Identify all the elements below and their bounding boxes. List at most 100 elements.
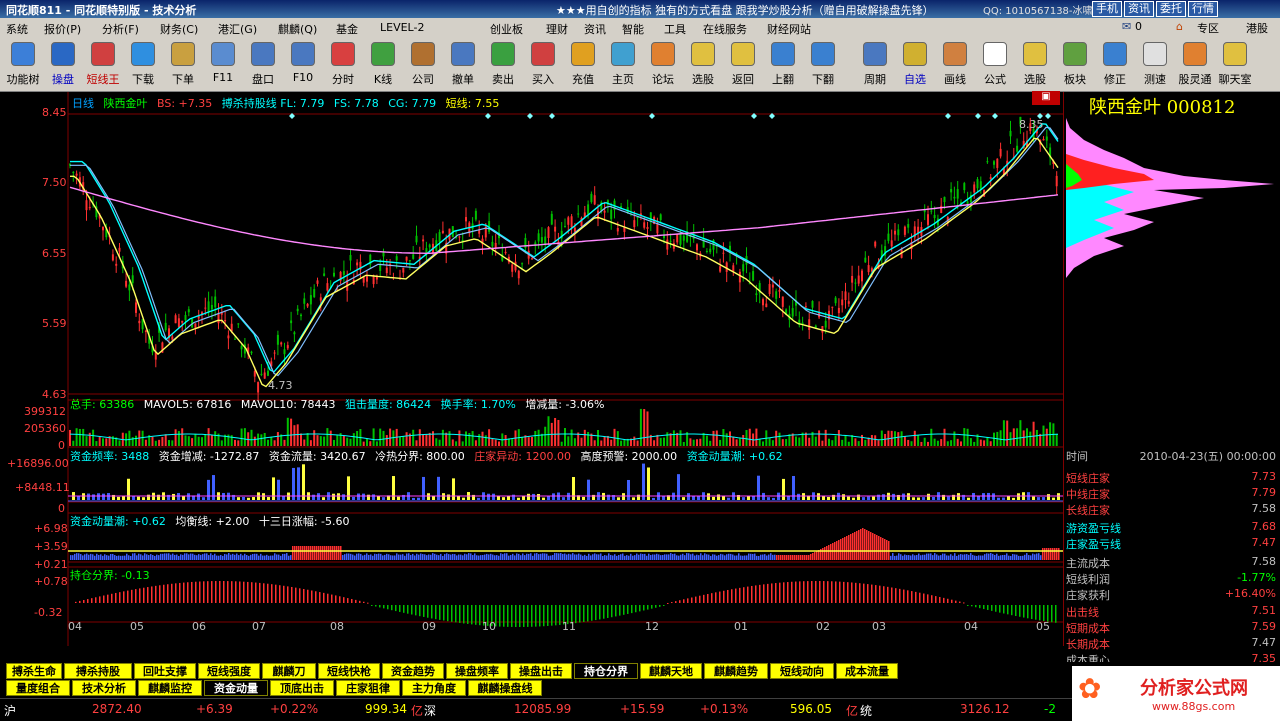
menu-item-13[interactable]: 在线服务 bbox=[703, 21, 747, 37]
tide-bar bbox=[426, 555, 428, 560]
toolbar-button-28[interactable]: 测速 bbox=[1135, 40, 1175, 90]
trade-button[interactable]: 委托 bbox=[1156, 1, 1186, 17]
tab2-6[interactable]: 主力角度 bbox=[402, 680, 466, 696]
tab-11[interactable]: 麒麟趋势 bbox=[704, 663, 768, 679]
tide-bar bbox=[972, 554, 974, 560]
toolbar-button-17[interactable]: 选股 bbox=[683, 40, 723, 90]
volume-bar bbox=[639, 408, 642, 446]
toolbar-button-7[interactable]: F10 bbox=[283, 40, 323, 90]
envelope-icon[interactable]: ✉ bbox=[1122, 20, 1131, 33]
volume-bar bbox=[135, 435, 137, 446]
toolbar-button-29[interactable]: 股灵通 bbox=[1175, 40, 1215, 90]
toolbar-button-21[interactable]: 周期 bbox=[855, 40, 895, 90]
toolbar-button-20[interactable]: 下翻 bbox=[803, 40, 843, 90]
toolbar-button-8[interactable]: 分时 bbox=[323, 40, 363, 90]
menu-item-3[interactable]: 财务(C) bbox=[160, 21, 198, 37]
menu-item-9[interactable]: 理财 bbox=[546, 21, 568, 37]
menu-item-12[interactable]: 工具 bbox=[664, 21, 686, 37]
toolbar-button-19[interactable]: 上翻 bbox=[763, 40, 803, 90]
menu-item-2[interactable]: 分析(F) bbox=[102, 21, 139, 37]
toolbar-button-2[interactable]: 短线王 bbox=[83, 40, 123, 90]
candle-body bbox=[874, 241, 877, 247]
candle-body bbox=[342, 271, 345, 275]
volume-bar bbox=[435, 438, 438, 446]
tab-5[interactable]: 短线快枪 bbox=[318, 663, 380, 679]
menu-item-14[interactable]: 财经网站 bbox=[767, 21, 811, 37]
tab2-7[interactable]: 麒麟操盘线 bbox=[468, 680, 542, 696]
menu-item-4[interactable]: 港汇(G) bbox=[218, 21, 257, 37]
home-icon[interactable]: ⌂ bbox=[1176, 20, 1183, 33]
tab2-4[interactable]: 顶底出击 bbox=[270, 680, 334, 696]
toolbar-button-24[interactable]: 公式 bbox=[975, 40, 1015, 90]
toolbar-button-16[interactable]: 论坛 bbox=[643, 40, 683, 90]
toolbar-button-12[interactable]: 卖出 bbox=[483, 40, 523, 90]
toolbar-button-30[interactable]: 聊天室 bbox=[1215, 40, 1255, 90]
vol-ma5: MAVOL5: 67816 bbox=[143, 398, 232, 411]
toolbar-button-0[interactable]: 功能树 bbox=[3, 40, 43, 90]
cost-row-value: 7.79 bbox=[1251, 486, 1277, 499]
quote-button[interactable]: 行情 bbox=[1188, 1, 1218, 17]
toolbar-button-9[interactable]: K线 bbox=[363, 40, 403, 90]
hk-link[interactable]: 港股 bbox=[1246, 20, 1268, 36]
tab-10[interactable]: 麒麟天地 bbox=[640, 663, 702, 679]
menu-item-5[interactable]: 麒麟(Q) bbox=[278, 21, 317, 37]
tab-8[interactable]: 操盘出击 bbox=[510, 663, 572, 679]
toolbar-button-1[interactable]: 操盘 bbox=[43, 40, 83, 90]
tab2-0[interactable]: 量度组合 bbox=[6, 680, 70, 696]
tide-bar bbox=[1022, 555, 1024, 560]
zone-link[interactable]: 专区 bbox=[1197, 20, 1219, 36]
tide-bar bbox=[924, 554, 926, 560]
tab-3[interactable]: 短线强度 bbox=[198, 663, 260, 679]
toolbar-button-13[interactable]: 买入 bbox=[523, 40, 563, 90]
menu-item-0[interactable]: 系统 bbox=[6, 21, 28, 37]
tab-0[interactable]: 搏杀生命 bbox=[6, 663, 62, 679]
fund-bar bbox=[787, 496, 790, 500]
toolbar-button-23[interactable]: 画线 bbox=[935, 40, 975, 90]
toolbar-button-14[interactable]: 充值 bbox=[563, 40, 603, 90]
menu-item-10[interactable]: 资讯 bbox=[584, 21, 606, 37]
tide-bar bbox=[1010, 555, 1012, 560]
tab-6[interactable]: 资金趋势 bbox=[382, 663, 444, 679]
menu-item-6[interactable]: 基金 bbox=[336, 21, 358, 37]
tab-12[interactable]: 短线动向 bbox=[770, 663, 834, 679]
chart-area[interactable]: 日线 陕西金叶 BS: +7.35 搏杀持股线 FL: 7.79 FS: 7.7… bbox=[0, 91, 1064, 646]
tide-bar bbox=[850, 534, 852, 560]
toolbar-button-22[interactable]: 自选 bbox=[895, 40, 935, 90]
fund-bar bbox=[92, 494, 95, 500]
position-bar bbox=[851, 582, 853, 603]
tab-13[interactable]: 成本流量 bbox=[836, 663, 898, 679]
tab-4[interactable]: 麒麟刀 bbox=[262, 663, 316, 679]
toolbar-button-3[interactable]: 下载 bbox=[123, 40, 163, 90]
menu-item-8[interactable]: 创业板 bbox=[490, 21, 523, 37]
position-bar bbox=[135, 589, 137, 603]
tide-bar bbox=[792, 555, 794, 560]
volume-bar bbox=[709, 440, 712, 446]
toolbar-button-6[interactable]: 盘口 bbox=[243, 40, 283, 90]
toolbar-button-15[interactable]: 主页 bbox=[603, 40, 643, 90]
toolbar-button-4[interactable]: 下单 bbox=[163, 40, 203, 90]
toolbar-button-25[interactable]: 选股 bbox=[1015, 40, 1055, 90]
toolbar-button-26[interactable]: 板块 bbox=[1055, 40, 1095, 90]
tab2-5[interactable]: 庄家狙律 bbox=[336, 680, 400, 696]
menu-item-1[interactable]: 报价(P) bbox=[44, 21, 81, 37]
tab-1[interactable]: 搏杀持股 bbox=[64, 663, 132, 679]
news-button[interactable]: 资讯 bbox=[1124, 1, 1154, 17]
tab2-1[interactable]: 技术分析 bbox=[72, 680, 136, 696]
menu-item-11[interactable]: 智能 bbox=[622, 21, 644, 37]
tab2-3[interactable]: 资金动量 bbox=[204, 680, 268, 696]
mobile-button[interactable]: 手机 bbox=[1092, 1, 1122, 17]
volume-bar bbox=[771, 440, 774, 446]
toolbar-button-11[interactable]: 撤单 bbox=[443, 40, 483, 90]
tab-7[interactable]: 操盘频率 bbox=[446, 663, 508, 679]
toolbar-button-10[interactable]: 公司 bbox=[403, 40, 443, 90]
tab2-2[interactable]: 麒麟监控 bbox=[138, 680, 202, 696]
volume-bar bbox=[758, 439, 761, 446]
mail-icon[interactable]: 0 bbox=[1135, 20, 1142, 33]
tab-9[interactable]: 持仓分界 bbox=[574, 663, 638, 679]
toolbar-button-27[interactable]: 修正 bbox=[1095, 40, 1135, 90]
tab-2[interactable]: 回吐支撑 bbox=[134, 663, 196, 679]
menu-item-7[interactable]: LEVEL-2 bbox=[380, 21, 424, 34]
toolbar-button-5[interactable]: F11 bbox=[203, 40, 243, 90]
toolbar-button-18[interactable]: 返回 bbox=[723, 40, 763, 90]
close-chart-icon[interactable]: ▣ bbox=[1032, 91, 1060, 105]
